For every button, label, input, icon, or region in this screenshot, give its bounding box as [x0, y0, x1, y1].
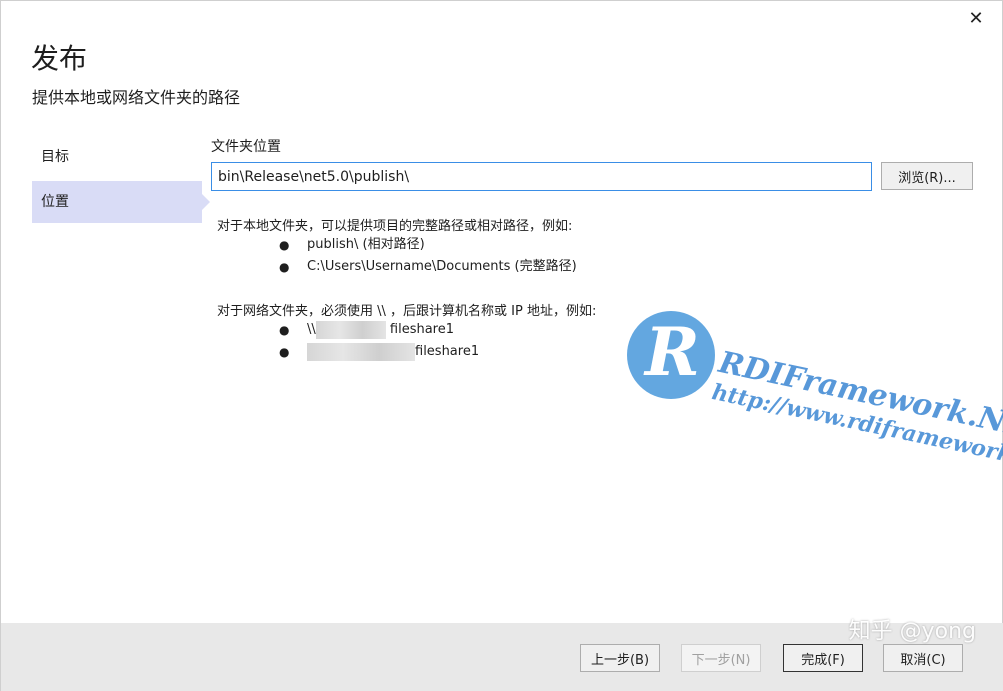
dialog-subtitle: 提供本地或网络文件夹的路径 [32, 88, 241, 107]
watermark-brand: RDIFramework.NET [715, 345, 1003, 450]
local-folder-help: 对于本地文件夹，可以提供项目的完整路径或相对路径，例如: [217, 219, 573, 234]
next-button: 下一步(N) [681, 644, 761, 672]
logo-letter: R [645, 313, 700, 391]
bullet-icon: ● [279, 238, 290, 252]
list-item: ● publish\ (相对路径) [279, 234, 577, 256]
redacted-block [307, 342, 415, 361]
bullet-icon: ● [279, 323, 290, 337]
nav-item-location[interactable]: 位置 [32, 181, 210, 223]
close-icon[interactable]: ✕ [964, 7, 988, 31]
list-item: ● fileshare1 [279, 341, 479, 363]
folder-location-label: 文件夹位置 [211, 139, 281, 155]
list-item: ● C:\Users\Username\Documents (完整路径) [279, 256, 577, 278]
bullet-icon: ● [279, 345, 290, 359]
publish-dialog: ✕ 发布 提供本地或网络文件夹的路径 目标 位置 文件夹位置 浏览(R)... … [0, 0, 1003, 691]
browse-button[interactable]: 浏览(R)... [881, 162, 973, 190]
rdiframework-watermark: R RDIFramework.NET http://www.rdiframewo… [627, 307, 1003, 487]
nav-item-target[interactable]: 目标 [32, 136, 202, 178]
cancel-button[interactable]: 取消(C) [883, 644, 963, 672]
watermark-url: http://www.rdiframework.net [709, 379, 1003, 479]
dialog-title: 发布 [31, 42, 88, 75]
prev-button[interactable]: 上一步(B) [580, 644, 660, 672]
local-examples-list: ● publish\ (相对路径) ● C:\Users\Username\Docu… [279, 234, 577, 278]
bullet-icon: ● [279, 260, 290, 274]
dialog-footer: 上一步(B) 下一步(N) 完成(F) 取消(C) [1, 623, 1003, 691]
wizard-nav: 目标 位置 [32, 136, 210, 226]
network-folder-help: 对于网络文件夹，必须使用 \\ ，后跟计算机名称或 IP 地址，例如: [217, 304, 597, 319]
list-item: ● \\ fileshare1 [279, 319, 479, 341]
logo-circle-icon [627, 311, 715, 399]
folder-path-input[interactable] [211, 162, 872, 191]
network-examples-list: ● \\ fileshare1 ● fileshare1 [279, 319, 479, 363]
redacted-block [315, 320, 386, 339]
finish-button[interactable]: 完成(F) [783, 644, 863, 672]
